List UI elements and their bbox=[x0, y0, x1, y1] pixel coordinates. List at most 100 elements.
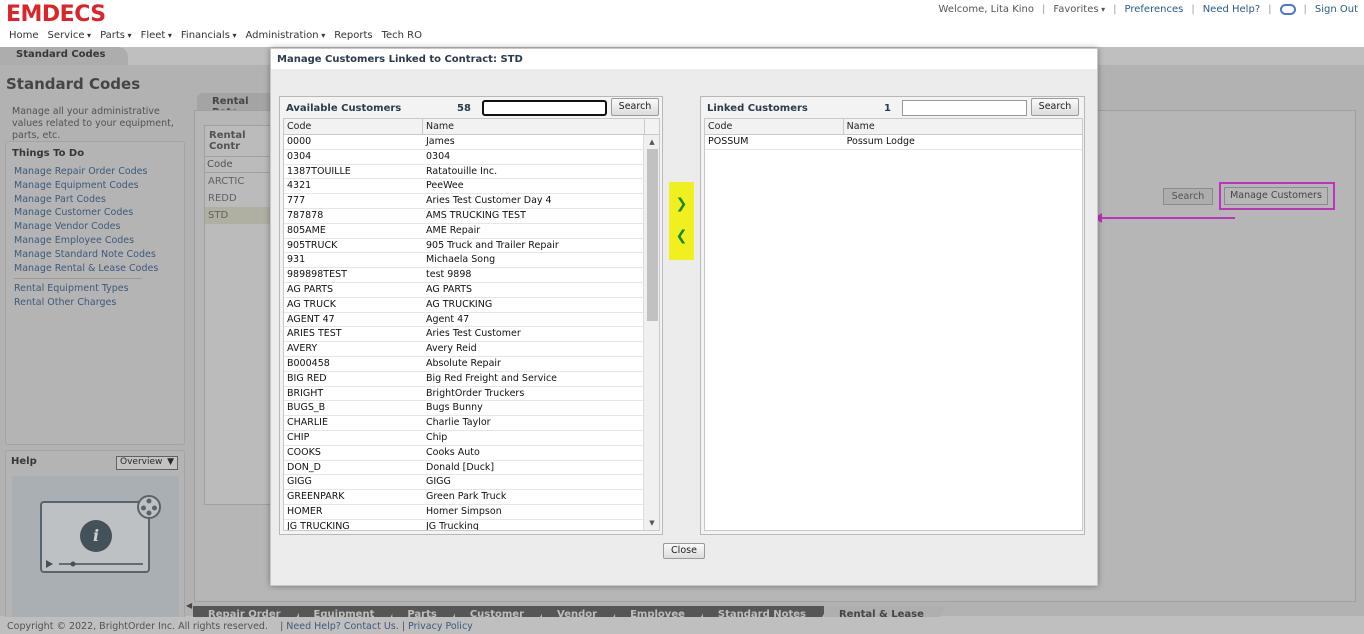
cell-code: DON_D bbox=[287, 461, 321, 473]
table-row[interactable]: 787878 AMS TRUCKING TEST bbox=[284, 209, 659, 224]
cell-code: 805AME bbox=[287, 224, 326, 236]
nav-parts[interactable]: Parts bbox=[100, 30, 132, 41]
available-search-input[interactable] bbox=[482, 100, 607, 116]
cell-code: HOMER bbox=[287, 505, 323, 517]
table-row[interactable]: B000458 Absolute Repair bbox=[284, 357, 659, 372]
cell-name: Chip bbox=[426, 431, 448, 443]
linked-customers-panel: Linked Customers 1 Search Code Name POSS… bbox=[700, 96, 1085, 535]
table-row[interactable]: AG TRUCK AG TRUCKING bbox=[284, 298, 659, 313]
grid-header: Code Name bbox=[284, 119, 659, 135]
welcome-text: Welcome, Lita Kino bbox=[938, 4, 1035, 15]
table-row[interactable]: ARIES TEST Aries Test Customer bbox=[284, 327, 659, 343]
nav-fleet[interactable]: Fleet bbox=[141, 30, 172, 41]
scrollbar[interactable]: ▲ ▼ bbox=[643, 135, 659, 530]
cell-name: 0304 bbox=[426, 150, 451, 162]
cell-code: BRIGHT bbox=[287, 387, 324, 399]
user-bar: Welcome, Lita Kino | Favorites | Prefere… bbox=[939, 4, 1358, 15]
cell-name: Donald [Duck] bbox=[426, 461, 495, 473]
table-row[interactable]: BIG RED Big Red Freight and Service bbox=[284, 372, 659, 387]
chat-icon[interactable] bbox=[1279, 4, 1296, 15]
table-row[interactable]: 777 Aries Test Customer Day 4 bbox=[284, 194, 659, 209]
nav-service[interactable]: Service bbox=[48, 30, 92, 41]
cell-code: 777 bbox=[287, 195, 306, 207]
table-row[interactable]: JG TRUCKING JG Trucking bbox=[284, 520, 659, 531]
table-row[interactable]: POSSUM Possum Lodge bbox=[705, 135, 1082, 150]
cell-name: Homer Simpson bbox=[426, 505, 502, 517]
table-row[interactable]: DON_D Donald [Duck] bbox=[284, 461, 659, 476]
table-row[interactable]: HOMER Homer Simpson bbox=[284, 505, 659, 520]
nav-financials[interactable]: Financials bbox=[181, 30, 237, 41]
cell-code: AGENT 47 bbox=[287, 313, 335, 325]
separator: | bbox=[1042, 4, 1046, 15]
sign-out-link[interactable]: Sign Out bbox=[1315, 4, 1358, 15]
preferences-link[interactable]: Preferences bbox=[1125, 4, 1184, 15]
cell-code: COOKS bbox=[287, 446, 321, 458]
table-row[interactable]: GREENPARK Green Park Truck bbox=[284, 490, 659, 505]
table-row[interactable]: 4321 PeeWee bbox=[284, 179, 659, 195]
table-row[interactable]: CHIP Chip bbox=[284, 431, 659, 446]
table-row[interactable]: GIGG GIGG bbox=[284, 475, 659, 491]
cell-name: Avery Reid bbox=[426, 343, 477, 355]
table-row[interactable]: 905TRUCK 905 Truck and Trailer Repair bbox=[284, 239, 659, 254]
cell-code: AG PARTS bbox=[287, 283, 334, 295]
grid-header: Code Name bbox=[705, 119, 1082, 135]
table-row[interactable]: COOKS Cooks Auto bbox=[284, 446, 659, 461]
table-row[interactable]: AG PARTS AG PARTS bbox=[284, 283, 659, 298]
cell-name: Possum Lodge bbox=[846, 136, 915, 147]
table-row[interactable]: BRIGHT BrightOrder Truckers bbox=[284, 387, 659, 402]
separator: | bbox=[1303, 4, 1307, 15]
cell-code: JG TRUCKING bbox=[287, 520, 350, 531]
cell-code: 905TRUCK bbox=[287, 239, 338, 251]
cell-name: AG TRUCKING bbox=[426, 298, 493, 310]
available-customers-grid: Code Name 0000 James 0304 0304 1387TOUILLE Ra… bbox=[283, 118, 660, 531]
cell-code: 1387TOUILLE bbox=[287, 165, 351, 177]
cell-name: Agent 47 bbox=[426, 313, 470, 325]
cell-name: AG PARTS bbox=[426, 283, 473, 295]
column-header-code[interactable]: Code bbox=[705, 119, 844, 134]
cell-code: GIGG bbox=[287, 476, 312, 488]
nav-reports[interactable]: Reports bbox=[334, 30, 372, 41]
column-header-name[interactable]: Name bbox=[423, 119, 645, 134]
scroll-down-icon[interactable]: ▼ bbox=[644, 516, 659, 530]
table-row[interactable]: 931 Michaela Song bbox=[284, 253, 659, 269]
nav-tech-ro[interactable]: Tech RO bbox=[382, 30, 422, 41]
available-customers-panel: Available Customers 58 Search Code Name … bbox=[279, 96, 663, 535]
scrollbar-thumb[interactable] bbox=[647, 149, 658, 321]
table-row[interactable]: 0000 James bbox=[284, 135, 659, 150]
scroll-up-icon[interactable]: ▲ bbox=[644, 135, 659, 149]
column-header-name[interactable]: Name bbox=[844, 119, 1082, 134]
cell-code: CHIP bbox=[287, 431, 310, 443]
table-row[interactable]: 989898TEST test 9898 bbox=[284, 268, 659, 283]
nav-home[interactable]: Home bbox=[9, 30, 39, 41]
chevron-left-icon: ❮ bbox=[675, 228, 688, 244]
table-row[interactable]: AGENT 47 Agent 47 bbox=[284, 313, 659, 328]
cell-code: 989898TEST bbox=[287, 269, 347, 281]
move-right-button[interactable]: ❯ bbox=[673, 196, 690, 213]
linked-customers-title: Linked Customers bbox=[707, 103, 808, 114]
chevron-right-icon: ❯ bbox=[675, 196, 688, 212]
table-row[interactable]: BUGS_B Bugs Bunny bbox=[284, 401, 659, 417]
separator: | bbox=[1113, 4, 1117, 15]
favorites-menu[interactable]: Favorites bbox=[1053, 4, 1105, 15]
linked-search-input[interactable] bbox=[902, 100, 1027, 116]
top-nav: Home Service Parts Fleet Financials Administr… bbox=[9, 30, 422, 41]
table-row[interactable]: 0304 0304 bbox=[284, 150, 659, 165]
cell-name: Charlie Taylor bbox=[426, 417, 491, 429]
table-row[interactable]: CHARLIE Charlie Taylor bbox=[284, 416, 659, 431]
emdecs-logo[interactable]: EMDECS bbox=[6, 2, 106, 27]
cell-code: 787878 bbox=[287, 209, 324, 221]
cell-name: Green Park Truck bbox=[426, 491, 507, 503]
close-button[interactable]: Close bbox=[663, 543, 705, 559]
table-row[interactable]: 805AME AME Repair bbox=[284, 224, 659, 239]
nav-administration[interactable]: Administration bbox=[245, 30, 325, 41]
need-help-link[interactable]: Need Help? bbox=[1203, 4, 1260, 15]
cell-code: GREENPARK bbox=[287, 491, 345, 503]
cell-name: Ratatouille Inc. bbox=[426, 165, 498, 177]
table-row[interactable]: 1387TOUILLE Ratatouille Inc. bbox=[284, 165, 659, 180]
available-customers-title: Available Customers bbox=[286, 103, 402, 114]
column-header-code[interactable]: Code bbox=[284, 119, 423, 134]
available-search-button[interactable]: Search bbox=[611, 98, 659, 116]
move-left-button[interactable]: ❮ bbox=[673, 228, 690, 245]
linked-search-button[interactable]: Search bbox=[1031, 98, 1079, 116]
table-row[interactable]: AVERY Avery Reid bbox=[284, 342, 659, 357]
